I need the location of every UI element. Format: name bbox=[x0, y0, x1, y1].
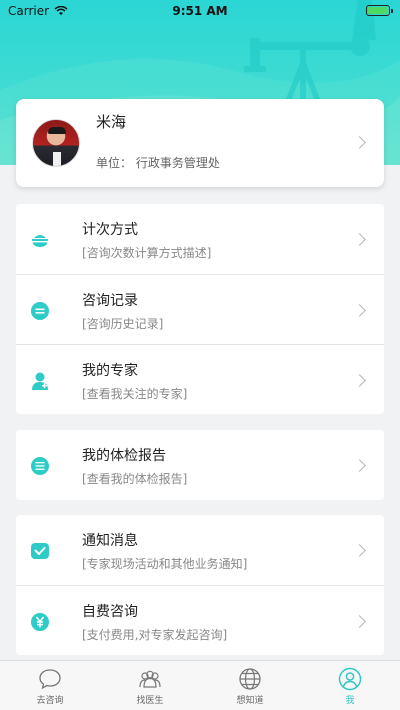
avatar bbox=[32, 119, 80, 167]
tab-me[interactable]: 我 bbox=[300, 661, 400, 710]
chevron-right-icon bbox=[353, 544, 366, 557]
notice-icon bbox=[31, 543, 49, 559]
menu-item-notifications[interactable]: 通知消息 [专家现场活动和其他业务通知] bbox=[16, 515, 384, 585]
chevron-right-icon bbox=[353, 304, 366, 317]
menu-item-medical-report[interactable]: 我的体检报告 [查看我的体检报告] bbox=[16, 430, 384, 500]
profile-card[interactable]: 米海 单位： 行政事务管理处 bbox=[16, 99, 384, 187]
status-time: 9:51 AM bbox=[172, 4, 228, 18]
tab-label: 我 bbox=[345, 696, 355, 706]
globe-icon bbox=[239, 668, 261, 690]
chat-bubble-icon bbox=[39, 669, 61, 690]
profile-unit: 单位： 行政事务管理处 bbox=[96, 156, 220, 170]
menu-item-title: 计次方式 bbox=[82, 222, 138, 238]
record-icon bbox=[31, 302, 49, 320]
chevron-right-icon bbox=[353, 233, 366, 246]
tab-want-to-know[interactable]: 想知道 bbox=[200, 661, 300, 710]
menu-item-title: 自费咨询 bbox=[82, 604, 138, 620]
menu-item-title: 通知消息 bbox=[82, 533, 138, 549]
tab-consult[interactable]: 去咨询 bbox=[0, 661, 100, 710]
battery-icon bbox=[366, 5, 393, 16]
yuan-icon bbox=[31, 613, 49, 631]
chevron-right-icon bbox=[353, 459, 366, 472]
doctors-icon bbox=[139, 670, 161, 688]
menu-group-services: 通知消息 [专家现场活动和其他业务通知] 自费咨询 [支付费用,对专家发起咨询] bbox=[16, 515, 384, 655]
menu-item-title: 咨询记录 bbox=[82, 293, 138, 309]
doctor-icon bbox=[32, 372, 48, 390]
menu-item-desc: [查看我关注的专家] bbox=[82, 387, 188, 401]
tab-bar: 去咨询 找医生 想知道 我 bbox=[0, 660, 400, 710]
user-icon bbox=[338, 667, 362, 691]
bowl-icon bbox=[32, 235, 48, 247]
tab-label: 去咨询 bbox=[36, 696, 64, 706]
tab-label: 想知道 bbox=[236, 696, 264, 706]
status-bar: Carrier 9:51 AM bbox=[0, 0, 400, 22]
menu-item-consult-history[interactable]: 咨询记录 [咨询历史记录] bbox=[16, 274, 384, 344]
menu-item-desc: [专家现场活动和其他业务通知] bbox=[82, 557, 248, 571]
menu-group-report: 我的体检报告 [查看我的体检报告] bbox=[16, 430, 384, 500]
menu-item-self-pay-consult[interactable]: 自费咨询 [支付费用,对专家发起咨询] bbox=[16, 585, 384, 655]
menu-group-account: 计次方式 [咨询次数计算方式描述] 咨询记录 [咨询历史记录] 我的专家 [查看… bbox=[16, 204, 384, 414]
tab-label: 找医生 bbox=[136, 696, 164, 706]
report-icon bbox=[31, 457, 49, 475]
menu-item-title: 我的体检报告 bbox=[82, 448, 166, 464]
menu-item-desc: [查看我的体检报告] bbox=[82, 472, 188, 486]
menu-item-desc: [咨询次数计算方式描述] bbox=[82, 246, 212, 260]
tab-find-doctor[interactable]: 找医生 bbox=[100, 661, 200, 710]
menu-item-my-experts[interactable]: 我的专家 [查看我关注的专家] bbox=[16, 344, 384, 414]
profile-name: 米海 bbox=[96, 113, 127, 131]
menu-item-desc: [咨询历史记录] bbox=[82, 317, 164, 331]
menu-item-billing-method[interactable]: 计次方式 [咨询次数计算方式描述] bbox=[16, 204, 384, 274]
chevron-right-icon bbox=[353, 374, 366, 387]
chevron-right-icon bbox=[353, 615, 366, 628]
menu-item-desc: [支付费用,对专家发起咨询] bbox=[82, 628, 228, 642]
menu-item-title: 我的专家 bbox=[82, 363, 138, 379]
